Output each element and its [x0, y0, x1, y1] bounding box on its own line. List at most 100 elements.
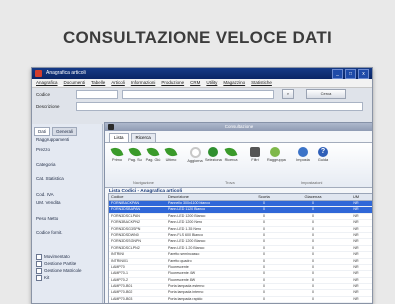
panel-title: Consultazione — [224, 124, 254, 129]
cell-codice: LAMP70-2 — [111, 277, 128, 282]
maximize-button[interactable]: □ — [345, 69, 356, 79]
cell-um: NR — [353, 232, 359, 237]
col-giacenza[interactable]: Giacenza — [288, 194, 338, 200]
col-descrizione[interactable]: Descrizione — [166, 194, 240, 200]
ricerca-label: Ricerca — [224, 158, 238, 162]
codice-field[interactable] — [76, 89, 118, 99]
left-item-cod-iva[interactable]: Cod. IVA — [36, 192, 54, 198]
menu-documenti[interactable]: Documenti — [64, 79, 86, 87]
cell-scorta: 0 — [263, 239, 265, 244]
menu-crm[interactable]: CRM — [190, 79, 200, 87]
cell-scorta: 0 — [263, 201, 265, 205]
cell-um: NR — [353, 277, 359, 282]
page-down-icon — [146, 145, 160, 159]
menu-articoli[interactable]: Articoli — [111, 79, 125, 87]
left-item-um-vendita[interactable]: UM. Vendita — [36, 200, 61, 206]
cell-scorta: 0 — [263, 290, 265, 295]
cell-um: NR — [353, 258, 359, 263]
cell-codice: FORN3DSSGNPN — [111, 239, 141, 244]
settings-icon — [298, 147, 308, 157]
codice-extra-field[interactable] — [122, 89, 274, 99]
cell-codice: FORN3DSDWN0 — [111, 232, 139, 237]
left-item-cat-statistica[interactable]: Cat. Statistica — [36, 176, 64, 182]
cell-codice: FORN3DSCLPN2 — [111, 245, 140, 250]
filters-button[interactable]: Filtri — [247, 147, 263, 162]
left-item-categoria[interactable]: Categoria — [36, 162, 56, 168]
left-item-raggruppamenti[interactable]: Raggruppamenti — [36, 137, 69, 143]
settings-button[interactable]: Imposta — [295, 147, 311, 162]
ricerca-button[interactable]: Ricerca — [223, 145, 239, 162]
col-codice[interactable]: Codice — [109, 194, 166, 200]
cell-codice: LAMP70 — [111, 264, 125, 269]
ribbon-tabs: Lista Ricerca — [105, 131, 372, 142]
menu-statistiche[interactable]: Statistiche — [251, 79, 272, 87]
descrizione-row: Descrizione — [32, 100, 372, 112]
search-icon — [224, 145, 238, 159]
cell-giacenza: 0 — [312, 284, 314, 289]
menu-utility[interactable]: Utility — [206, 79, 217, 87]
col-um[interactable]: UM — [338, 194, 372, 200]
select-label: Seleziona — [205, 158, 222, 162]
left-item-prezzo[interactable]: Prezzo — [36, 147, 50, 153]
checkbox[interactable] — [36, 275, 42, 281]
refresh-button[interactable]: Aggiorna — [187, 147, 203, 163]
descrizione-field[interactable] — [76, 101, 363, 111]
cell-um: NR — [353, 296, 359, 301]
page-down-button[interactable]: Pag. Giù — [145, 145, 161, 162]
group-navigazione: Navigazione — [133, 181, 154, 185]
col-scorta[interactable]: Scorta — [240, 194, 288, 200]
menu-produzione[interactable]: Produzione — [161, 79, 184, 87]
checkbox[interactable] — [36, 261, 42, 267]
first-button[interactable]: Primo — [109, 145, 125, 162]
data-grid: Codice Descrizione Scorta Giacenza UM FO… — [108, 193, 372, 303]
cell-codice: INTRINI — [111, 252, 124, 257]
minimize-button[interactable]: _ — [332, 69, 343, 79]
last-icon — [164, 145, 178, 159]
left-item-peso-netto[interactable]: Peso Netto — [36, 216, 58, 222]
last-button[interactable]: Ultimo — [163, 145, 179, 162]
select-button[interactable]: Seleziona — [205, 147, 222, 162]
check-movimentato[interactable]: Movimentato — [36, 254, 70, 260]
check-label: Movimentato — [44, 254, 70, 259]
cell-giacenza: 0 — [312, 296, 314, 301]
group-button[interactable]: Raggruppa — [267, 147, 286, 162]
cell-scorta: 0 — [263, 207, 265, 212]
tab-lista[interactable]: Lista — [109, 133, 129, 142]
check-kit[interactable]: Kit — [36, 275, 49, 281]
left-tabs: Dati Generali — [32, 124, 102, 136]
check-gestione-partite[interactable]: Gestione Partite — [36, 261, 76, 267]
tab-generali[interactable]: Generali — [52, 127, 78, 136]
cell-giacenza: 0 — [312, 207, 314, 212]
checkbox[interactable] — [36, 268, 42, 274]
tab-dati[interactable]: Dati — [34, 127, 51, 136]
help-icon: ? — [318, 147, 328, 157]
menu-anagrafica[interactable]: Anagrafica — [36, 79, 58, 87]
checkbox[interactable] — [36, 254, 42, 260]
cell-descrizione: Pann.LED 1120 Bianco — [168, 207, 206, 212]
descrizione-label: Descrizione — [36, 103, 60, 109]
search-button[interactable]: Cerca — [306, 89, 346, 99]
help-button[interactable]: ? Guida — [315, 147, 331, 162]
settings-label: Imposta — [296, 158, 310, 162]
cell-scorta: 0 — [263, 258, 265, 263]
page-up-label: Pag. Su — [128, 158, 142, 162]
cell-descrizione: Pann.LED 1200 Bianco — [168, 213, 206, 218]
cell-descrizione: Fluorescente 8W — [168, 277, 196, 282]
menu-tabelle[interactable]: Tabelle — [91, 79, 105, 87]
search-icon[interactable]: ⌕ — [282, 89, 294, 99]
check-gestione-matricole[interactable]: Gestione Matricole — [36, 268, 82, 274]
first-icon — [110, 145, 124, 159]
app-window: Anagrafica articoli _ □ x Anagrafica Doc… — [31, 67, 373, 304]
binoculars-icon — [250, 147, 260, 157]
menu-magazzino[interactable]: Magazzino — [223, 79, 245, 87]
page-up-button[interactable]: Pag. Su — [127, 145, 143, 162]
tab-ricerca[interactable]: Ricerca — [130, 133, 156, 142]
left-item-codice-fornitore[interactable]: Codice fornit. — [36, 230, 63, 236]
grid-header: Codice Descrizione Scorta Giacenza UM — [109, 194, 372, 201]
cell-scorta: 0 — [263, 252, 265, 257]
menu-informazioni[interactable]: Informazioni — [131, 79, 156, 87]
cell-scorta: 0 — [263, 264, 265, 269]
check-label: Kit — [44, 275, 50, 280]
close-button[interactable]: x — [358, 69, 369, 79]
cell-descrizione: Pannello 300x1100 bianco — [168, 201, 211, 205]
